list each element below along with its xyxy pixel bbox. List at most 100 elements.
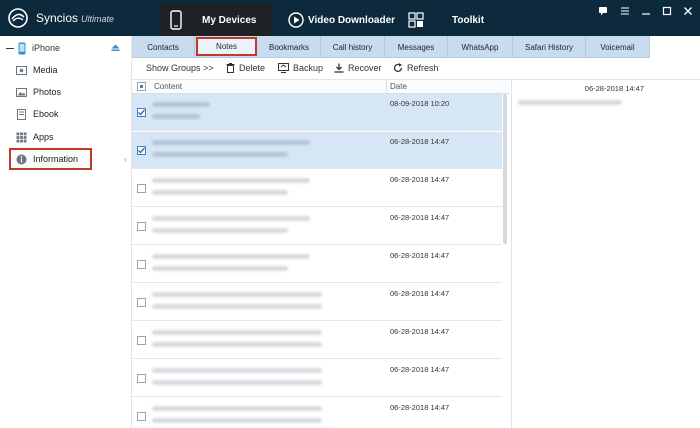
menu-icon[interactable] xyxy=(619,6,631,19)
note-body-redacted xyxy=(152,418,322,423)
tab-contacts[interactable]: Contacts xyxy=(132,36,195,58)
nav-video-downloader[interactable]: Video Downloader xyxy=(288,4,398,36)
row-checkbox[interactable] xyxy=(137,374,146,383)
tab-voicemail[interactable]: Voicemail xyxy=(586,36,650,58)
refresh-button[interactable]: Refresh xyxy=(393,63,439,73)
column-header-date[interactable]: Date xyxy=(390,82,407,91)
tab-label: Voicemail xyxy=(600,42,635,52)
note-title-redacted xyxy=(152,216,310,221)
note-body-redacted xyxy=(152,266,288,271)
tab-label: Messages xyxy=(397,42,435,52)
tab-messages[interactable]: Messages xyxy=(385,36,448,58)
note-body-redacted xyxy=(152,342,322,347)
table-row[interactable]: 08-09-2018 10:20 xyxy=(132,94,502,131)
row-checkbox[interactable] xyxy=(137,222,146,231)
chat-icon[interactable] xyxy=(597,6,609,19)
collapse-arrow-icon[interactable]: ‹ xyxy=(124,154,127,164)
recover-icon xyxy=(334,63,344,73)
table-row[interactable]: 06-28-2018 14:47 xyxy=(132,322,502,359)
trash-icon xyxy=(226,63,235,73)
sidebar: iPhone Media Photos Ebook Apps Informati… xyxy=(0,36,132,428)
row-checkbox[interactable] xyxy=(137,146,146,155)
sidebar-item-label: Ebook xyxy=(33,109,59,119)
close-icon[interactable] xyxy=(682,6,694,19)
collapse-icon[interactable] xyxy=(6,47,14,49)
device-header[interactable]: iPhone xyxy=(6,40,126,56)
minimize-icon[interactable] xyxy=(640,6,652,19)
nav-my-devices[interactable]: My Devices xyxy=(160,4,272,36)
sidebar-item-ebook[interactable]: Ebook xyxy=(16,106,59,122)
show-groups-button[interactable]: Show Groups >> xyxy=(146,63,214,73)
nav-toolkit[interactable]: Toolkit xyxy=(408,4,488,36)
row-checkbox[interactable] xyxy=(137,184,146,193)
detail-date: 06-28-2018 14:47 xyxy=(584,84,644,93)
note-title-redacted xyxy=(152,292,322,297)
table-row[interactable]: 06-28-2018 14:47 xyxy=(132,398,502,428)
note-body-redacted xyxy=(152,114,200,119)
note-title-redacted xyxy=(152,330,322,335)
row-date: 06-28-2018 14:47 xyxy=(390,327,450,336)
note-title-redacted xyxy=(152,254,310,259)
row-checkbox[interactable] xyxy=(137,412,146,421)
note-detail-pane: 06-28-2018 14:47 xyxy=(511,80,700,428)
list-scrollbar[interactable] xyxy=(503,94,507,244)
delete-button[interactable]: Delete xyxy=(226,63,265,73)
row-date: 06-28-2018 14:47 xyxy=(390,251,450,260)
apps-icon xyxy=(16,132,27,142)
row-date: 06-28-2018 14:47 xyxy=(390,403,450,412)
media-icon xyxy=(16,65,27,75)
tab-safari-history[interactable]: Safari History xyxy=(513,36,586,58)
table-row[interactable]: 06-28-2018 14:47 xyxy=(132,208,502,245)
tab-whatsapp[interactable]: WhatsApp xyxy=(448,36,513,58)
column-header-content[interactable]: Content xyxy=(154,82,182,91)
refresh-label: Refresh xyxy=(407,63,439,73)
sidebar-item-apps[interactable]: Apps xyxy=(16,129,54,145)
row-date: 06-28-2018 14:47 xyxy=(390,365,450,374)
table-row[interactable]: 06-28-2018 14:47 xyxy=(132,170,502,207)
backup-icon xyxy=(278,63,289,73)
recover-label: Recover xyxy=(348,63,382,73)
table-row[interactable]: 06-28-2018 14:47 xyxy=(132,246,502,283)
table-row[interactable]: 06-28-2018 14:47 xyxy=(132,284,502,321)
tab-notes[interactable]: Notes xyxy=(196,37,257,56)
row-checkbox[interactable] xyxy=(137,336,146,345)
play-icon xyxy=(288,12,304,28)
tab-call-history[interactable]: Call history xyxy=(321,36,385,58)
sidebar-item-information[interactable]: Information xyxy=(9,148,92,170)
device-name: iPhone xyxy=(32,43,61,53)
table-row[interactable]: 06-28-2018 14:47 xyxy=(132,360,502,397)
eject-icon[interactable] xyxy=(111,44,120,52)
row-date: 06-28-2018 14:47 xyxy=(390,289,450,298)
sidebar-item-label: Media xyxy=(33,65,58,75)
backup-button[interactable]: Backup xyxy=(278,63,323,73)
row-checkbox[interactable] xyxy=(137,260,146,269)
tab-label: Bookmarks xyxy=(268,42,309,52)
sidebar-item-media[interactable]: Media xyxy=(16,62,58,78)
recover-button[interactable]: Recover xyxy=(334,63,382,73)
tab-label: WhatsApp xyxy=(461,42,499,52)
backup-label: Backup xyxy=(293,63,324,73)
toolbar: Show Groups >> Delete Backup Recover Ref… xyxy=(132,58,700,80)
tab-bookmarks[interactable]: Bookmarks xyxy=(258,36,321,58)
note-title-redacted xyxy=(152,178,310,183)
sidebar-item-photos[interactable]: Photos xyxy=(16,84,61,100)
refresh-icon xyxy=(393,63,403,72)
maximize-icon[interactable] xyxy=(661,6,673,19)
detail-body-redacted xyxy=(518,100,622,105)
row-checkbox[interactable] xyxy=(137,108,146,117)
table-row[interactable]: 06-28-2018 14:47 xyxy=(132,132,502,169)
note-body-redacted xyxy=(152,380,322,385)
select-all-checkbox[interactable] xyxy=(137,82,146,91)
app-name: Syncios xyxy=(36,11,79,25)
tabs-filler xyxy=(650,36,700,58)
row-date: 06-28-2018 14:47 xyxy=(390,137,450,146)
sidebar-item-label: Apps xyxy=(33,132,54,142)
phone-icon xyxy=(170,10,182,30)
app-title: Syncios Ultimate xyxy=(36,11,114,25)
nav-my-devices-label: My Devices xyxy=(202,14,257,26)
info-icon xyxy=(16,154,27,164)
note-title-redacted xyxy=(152,406,322,411)
row-checkbox[interactable] xyxy=(137,298,146,307)
row-date: 08-09-2018 10:20 xyxy=(390,99,450,108)
sidebar-item-label: Photos xyxy=(33,87,62,97)
